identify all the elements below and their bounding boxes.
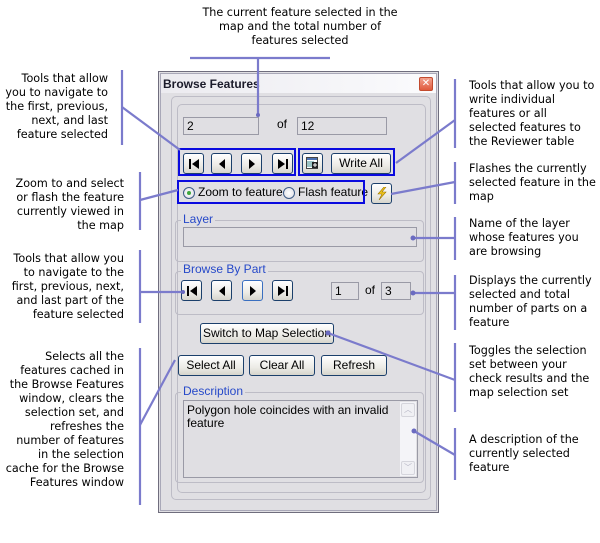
total-features-field: 12 [297, 117, 387, 135]
first-icon [189, 159, 199, 169]
lightning-icon [377, 187, 387, 200]
callout-select-clear-refresh: Selects all the features cached in the B… [5, 350, 124, 489]
browse-by-part-title: Browse By Part [181, 262, 268, 276]
description-text: Polygon hole coincides with an invalid f… [187, 403, 389, 430]
callout-layer-name: Name of the layer whose features you are… [469, 217, 579, 258]
description-title: Description [181, 384, 246, 398]
browse-features-window: Browse Features ✕ 2 of 12 Write All Zoom… [158, 71, 439, 513]
part-of-label: of [365, 283, 376, 297]
previous-part-icon [219, 286, 225, 296]
last-icon [278, 159, 288, 169]
flash-feature-label[interactable]: Flash feature [298, 185, 368, 199]
of-label: of [277, 117, 288, 131]
flash-button[interactable] [371, 183, 392, 204]
window-title: Browse Features [163, 77, 260, 91]
table-add-icon [306, 157, 318, 169]
callout-parts-count: Displays the currently selected and tota… [469, 274, 592, 329]
zoom-to-feature-radio[interactable] [183, 187, 195, 199]
callout-current-feature: The current feature selected in the map … [202, 6, 398, 47]
next-part-icon [250, 286, 256, 296]
zoom-to-feature-label[interactable]: Zoom to feature [198, 185, 283, 199]
callout-flash: Flashes the currently selected feature i… [469, 162, 596, 203]
scroll-up-icon[interactable]: ︿ [401, 403, 415, 417]
previous-feature-button[interactable] [211, 153, 232, 174]
description-scrollbar[interactable]: ︿ ﹀ [400, 402, 416, 476]
close-icon[interactable]: ✕ [419, 77, 433, 91]
previous-icon [219, 159, 225, 169]
callout-write-features: Tools that allow you to write individual… [469, 79, 595, 148]
total-parts-field: 3 [381, 282, 411, 300]
layer-name-field [183, 227, 417, 247]
previous-part-button[interactable] [211, 280, 232, 301]
layer-group-title: Layer [181, 212, 216, 226]
first-part-button[interactable] [181, 280, 202, 301]
next-icon [249, 159, 255, 169]
description-textarea[interactable]: Polygon hole coincides with an invalid f… [183, 400, 418, 478]
last-feature-button[interactable] [272, 153, 293, 174]
callout-zoom-flash: Zoom to and select or flash the feature … [15, 177, 124, 232]
current-feature-field[interactable]: 2 [183, 117, 259, 135]
callout-part-navigation: Tools that allow you to navigate to the … [11, 252, 124, 321]
callout-toggle-selection: Toggles the selection set between your c… [469, 344, 590, 399]
callout-feature-navigation: Tools that allow you to navigate to the … [5, 72, 108, 141]
select-all-button[interactable]: Select All [178, 355, 244, 376]
next-feature-button[interactable] [241, 153, 262, 174]
scroll-down-icon[interactable]: ﹀ [401, 461, 415, 475]
last-part-button[interactable] [272, 280, 293, 301]
last-part-icon [278, 286, 288, 296]
write-all-button[interactable]: Write All [331, 153, 391, 174]
first-part-icon [187, 286, 197, 296]
write-feature-button[interactable] [302, 153, 323, 174]
first-feature-button[interactable] [183, 153, 204, 174]
callout-description: A description of the currently selected … [469, 433, 579, 474]
clear-all-button[interactable]: Clear All [249, 355, 315, 376]
next-part-button[interactable] [242, 280, 263, 301]
title-bar: Browse Features ✕ [161, 74, 436, 93]
flash-feature-radio[interactable] [283, 187, 295, 199]
refresh-button[interactable]: Refresh [321, 355, 387, 376]
current-part-field[interactable]: 1 [331, 282, 359, 300]
switch-to-map-selection-button[interactable]: Switch to Map Selection [200, 323, 334, 344]
